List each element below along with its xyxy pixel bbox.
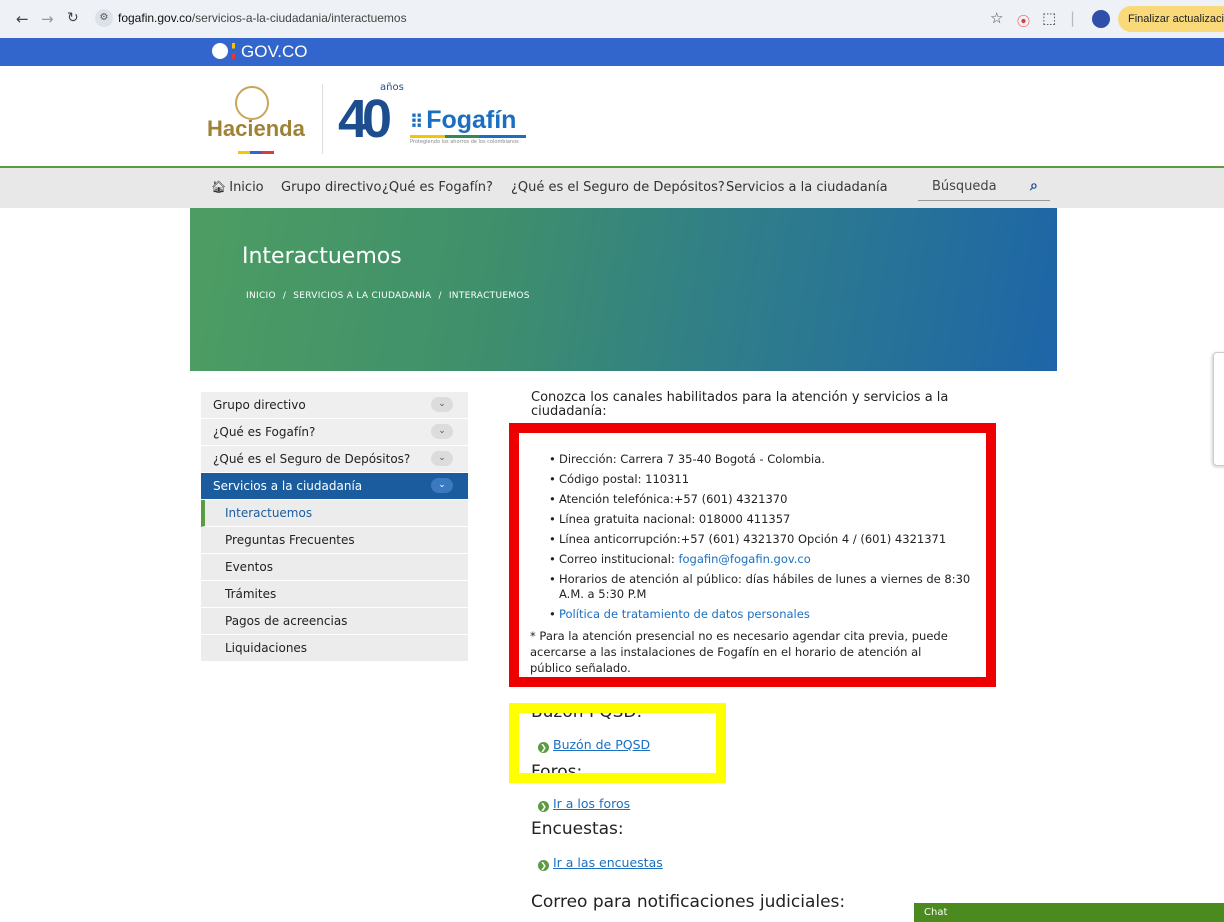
- flag-bar-icon: [232, 43, 235, 59]
- sidebar-subitem-liquidaciones[interactable]: Liquidaciones: [201, 635, 468, 662]
- breadcrumb-separator: /: [438, 291, 442, 301]
- sidebar-subitem-label: Interactuemos: [225, 506, 313, 520]
- sidebar-item-label: ¿Qué es Fogafín?: [213, 425, 316, 439]
- nav-item-que-es-fogafin[interactable]: ¿Qué es Fogafín?: [382, 180, 493, 195]
- profile-avatar-icon[interactable]: [1092, 10, 1110, 28]
- nav-item-grupo-directivo[interactable]: Grupo directivo: [281, 180, 381, 195]
- site-settings-icon[interactable]: ⚙: [95, 9, 113, 27]
- gov-co-label: GOV.CO: [241, 42, 308, 61]
- chevron-down-icon[interactable]: ⌄: [431, 451, 453, 466]
- url-path: /servicios-a-la-ciudadania/interactuemos: [191, 11, 407, 25]
- sidebar-subitem-label: Pagos de acreencias: [225, 614, 348, 628]
- search-icon[interactable]: ⌕: [1030, 178, 1038, 194]
- encuestas-link[interactable]: ❯ Ir a las encuestas: [538, 855, 663, 871]
- sidebar-subitem-label: Trámites: [225, 587, 277, 601]
- chevron-down-icon[interactable]: ⌄: [431, 478, 453, 493]
- breadcrumb: INICIO / SERVICIOS A LA CIUDADANÍA / INTERAC…: [246, 291, 530, 301]
- site-header: Hacienda 40 años ⠿ Fogafín Protegiendo lo…: [0, 66, 1224, 166]
- sidebar-subitem-label: Liquidaciones: [225, 641, 308, 655]
- fogafin-logo-text: Fogafín: [426, 106, 517, 134]
- sidebar-subitem-pagos[interactable]: Pagos de acreencias: [201, 608, 468, 635]
- sidebar-subitem-tramites[interactable]: Trámites: [201, 581, 468, 608]
- breadcrumb-inicio[interactable]: INICIO: [246, 291, 276, 301]
- foros-link[interactable]: ❯ Ir a los foros: [538, 796, 630, 812]
- search-input[interactable]: [930, 178, 1024, 195]
- colombia-emblem-icon: [212, 43, 228, 59]
- toolbar-divider: |: [1070, 9, 1076, 27]
- address-bar[interactable]: fogafin.gov.co/servicios-a-la-ciudadania…: [118, 11, 407, 25]
- chat-widget[interactable]: Chat: [914, 903, 1224, 922]
- fogafin-logo[interactable]: ⠿ Fogafín: [410, 106, 516, 135]
- sidebar-subitem-preguntas[interactable]: Preguntas Frecuentes: [201, 527, 468, 554]
- nav-item-label: Inicio: [229, 180, 264, 195]
- sidebar-subitem-interactuemos[interactable]: Interactuemos: [201, 500, 468, 527]
- forty-years-logo: 40: [338, 89, 392, 149]
- nav-item-inicio[interactable]: 🏠︎ Inicio: [211, 180, 264, 195]
- page-title: Interactuemos: [242, 244, 402, 269]
- forward-arrow-icon[interactable]: →: [41, 10, 54, 28]
- sidebar: Grupo directivo ⌄ ¿Qué es Fogafín? ⌄ ¿Qué …: [201, 392, 468, 662]
- arrow-right-circle-icon: ❯: [538, 801, 549, 812]
- fogafin-tagline: Protegiendo los ahorros de los colombian…: [410, 139, 519, 145]
- fogafin-dots-icon: ⠿: [410, 112, 424, 132]
- arrow-right-circle-icon: ❯: [538, 860, 549, 871]
- breadcrumb-current: INTERACTUEMOS: [448, 291, 530, 301]
- notificaciones-title: Correo para notificaciones judiciales:: [531, 892, 846, 912]
- sidebar-item-label: Grupo directivo: [213, 398, 306, 412]
- url-host: fogafin.gov.co: [118, 11, 192, 25]
- finish-update-button[interactable]: Finalizar actualización: [1118, 6, 1224, 32]
- hacienda-logo[interactable]: Hacienda: [207, 116, 305, 142]
- hacienda-emblem-icon: [235, 86, 269, 120]
- home-icon: 🏠︎: [211, 180, 227, 194]
- intro-text: Conozca los canales habilitados para la …: [531, 390, 949, 419]
- browser-toolbar: ← → ↻ ⚙ fogafin.gov.co/servicios-a-la-ci…: [0, 0, 1224, 39]
- yellow-highlight-box: [509, 703, 726, 783]
- encuestas-link-label: Ir a las encuestas: [553, 855, 663, 870]
- sidebar-item-seguro-depositos[interactable]: ¿Qué es el Seguro de Depósitos? ⌄: [201, 446, 468, 473]
- gov-bar: GOV.CO: [0, 38, 1224, 66]
- sidebar-item-grupo-directivo[interactable]: Grupo directivo ⌄: [201, 392, 468, 419]
- breadcrumb-servicios[interactable]: SERVICIOS A LA CIUDADANÍA: [293, 291, 431, 301]
- anos-label: años: [380, 82, 404, 93]
- hero-banner: Interactuemos INICIO / SERVICIOS A LA CIUD…: [190, 208, 1057, 371]
- breadcrumb-separator: /: [282, 291, 287, 301]
- sidebar-item-label: Servicios a la ciudadanía: [213, 479, 363, 493]
- sidebar-item-label: ¿Qué es el Seguro de Depósitos?: [213, 452, 411, 466]
- chevron-down-icon[interactable]: ⌄: [431, 424, 453, 439]
- floating-side-tab[interactable]: [1213, 352, 1224, 466]
- sidebar-subitem-eventos[interactable]: Eventos: [201, 554, 468, 581]
- extensions-icon[interactable]: ⬚: [1042, 9, 1056, 27]
- flag-stripe-icon: [238, 151, 274, 154]
- bookmark-star-icon[interactable]: ☆: [990, 9, 1003, 27]
- fogafin-stripe: [410, 135, 526, 138]
- sidebar-item-que-es-fogafin[interactable]: ¿Qué es Fogafín? ⌄: [201, 419, 468, 446]
- sidebar-subitem-label: Eventos: [225, 560, 273, 574]
- sidebar-item-servicios[interactable]: Servicios a la ciudadanía ⌄: [201, 473, 468, 500]
- back-arrow-icon[interactable]: ←: [16, 10, 29, 28]
- sidebar-subitem-label: Preguntas Frecuentes: [225, 533, 355, 547]
- logo-divider: [322, 84, 323, 154]
- nav-item-servicios[interactable]: Servicios a la ciudadanía: [726, 180, 888, 195]
- record-icon[interactable]: ⦿: [1017, 11, 1030, 30]
- chevron-down-icon[interactable]: ⌄: [431, 397, 453, 412]
- search-box: ⌕: [918, 176, 1050, 201]
- foros-link-label: Ir a los foros: [553, 796, 631, 811]
- gov-co-logo[interactable]: GOV.CO: [212, 42, 307, 62]
- main-navigation: 🏠︎ Inicio Grupo directivo ¿Qué es Fogafín…: [0, 168, 1224, 208]
- nav-item-seguro-depositos[interactable]: ¿Qué es el Seguro de Depósitos?: [511, 180, 725, 195]
- reload-icon[interactable]: ↻: [67, 10, 79, 26]
- red-highlight-box: [509, 423, 996, 687]
- encuestas-title: Encuestas:: [531, 819, 624, 839]
